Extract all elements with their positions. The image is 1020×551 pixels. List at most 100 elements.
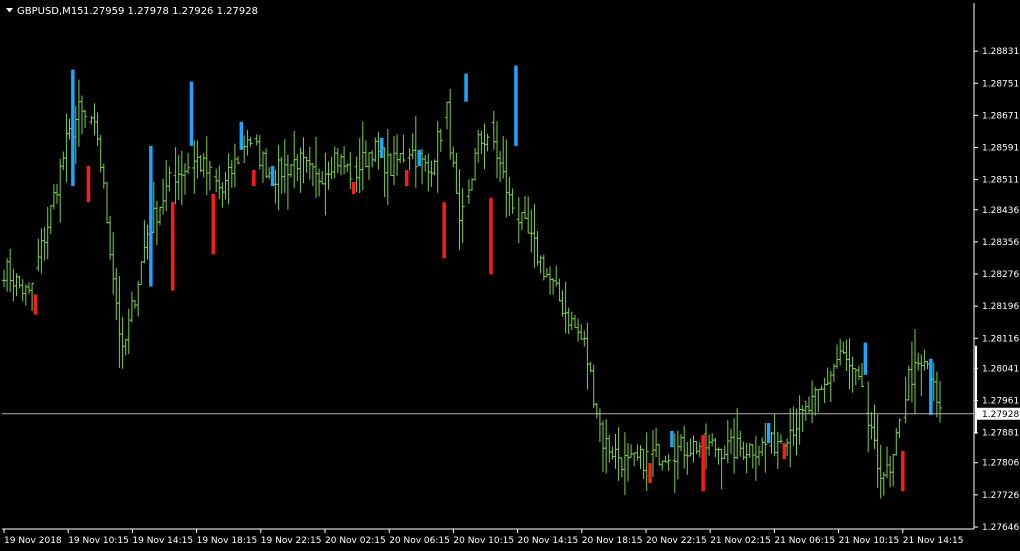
price-chart[interactable]: 1.28831 1.28751 1.28671 1.28591 1.28511 1.284… [0,0,1020,551]
current-price-label: 1.27928 [982,410,1019,420]
ohlc-bar [763,422,768,473]
ohlc-bar [601,420,605,472]
ohlc-bar [445,101,449,130]
ohlc-bar [891,454,896,487]
ohlc-bars [2,65,942,499]
ohlc-bar [17,275,22,289]
ohlc-bar [248,137,253,147]
ohlc-bar [158,206,162,226]
ohlc-bar [813,386,818,416]
ohlc-bar [866,381,871,453]
ohlc-bar [348,152,353,190]
chart-header: GBPUSD,M15 1.27959 1.27978 1.27926 1.279… [6,6,258,17]
ohlc-bar [479,131,484,154]
ohlc-bar [267,167,272,179]
ohlc-bar [470,178,474,191]
ohlc-bar [329,157,334,179]
ohlc-bar [495,121,499,179]
ohlc-bar [526,196,531,234]
ohlc-bar [744,443,749,474]
ohlc-bar [357,138,362,194]
ohlc-bar [822,377,827,404]
price-tick-label: 1.28671 [982,111,1019,121]
ohlc-bar [504,139,509,218]
ohlc-bar [198,155,203,173]
ohlc-bar [701,435,705,492]
ohlc-bar [413,116,418,188]
ohlc-bar [670,431,674,448]
ohlc-bar [523,196,527,220]
ohlc-bar [120,317,125,369]
price-tick-label: 1.28196 [982,302,1019,312]
ohlc-bar [48,205,53,234]
ohlc-bar [909,341,914,403]
ohlc-bar [604,419,609,474]
ohlc-bar [657,444,662,466]
ohlc-bar [794,408,799,455]
ohlc-bar [938,380,942,423]
ohlc-bar [489,198,493,275]
ohlc-bar [722,445,727,459]
ohlc-bar [101,163,106,189]
ohlc-bar [23,284,28,306]
ohlc-bar [211,194,215,255]
ohlc-bar [395,134,400,176]
dropdown-triangle-icon[interactable] [6,8,13,13]
ohlc-bar [869,412,874,440]
ohlc-bar [129,291,134,323]
ohlc-bar [682,426,687,469]
ohlc-bar [89,115,94,125]
ohlc-bar [654,427,659,458]
ohlc-bar [797,395,802,445]
time-tick-label: 19 Nov 10:15 [68,536,129,546]
ohlc-bar [663,455,668,463]
ohlc-bar [451,146,456,168]
ohlc-bar [133,300,137,309]
ohlc-bar [58,158,63,223]
ohlc-bar [55,183,59,204]
time-tick-label: 20 Nov 18:15 [582,536,643,546]
ohlc-bar [757,445,761,466]
ohlc-bar [254,134,259,146]
ohlc-bar [482,123,487,170]
ohlc-bar [788,408,793,468]
ohlc-bar [36,238,41,272]
ohlc-bar [95,112,100,146]
ohlc-bar [27,282,31,294]
ohlc-bar [332,146,337,179]
ohlc-bar [5,258,10,292]
ohlc-bar [8,248,13,293]
price-tick-label: 1.28116 [982,334,1019,344]
ohlc-bar [301,137,306,184]
ohlc-bar [635,444,640,461]
ohlc-bar [729,428,733,455]
ohlc-bar [136,280,141,317]
ohlc-bar [925,360,930,369]
price-tick-label: 1.27726 [982,491,1019,501]
ohlc-bar [863,342,868,375]
price-tick-label: 1.28276 [982,270,1019,280]
ohlc-bar [576,318,581,342]
ohlc-bar [810,380,815,424]
ohlc-bar [803,400,808,421]
ohlc-bar [179,150,184,206]
ohlc-bar [675,430,680,480]
ohlc-bar [560,290,565,317]
ohlc-bar [853,368,858,386]
ohlc-bar [778,434,783,444]
ohlc-bar [610,446,615,460]
ohlc-bar [295,154,300,182]
price-tick-label: 1.28831 [982,47,1019,57]
ohlc-bar [217,165,222,199]
symbol-label: GBPUSD,M15 [17,6,84,17]
ohlc-bar [594,402,599,419]
ohlc-bar [648,463,652,484]
ohlc-bar [298,147,303,193]
ohlc-bar [566,307,571,334]
ohlc-bar [142,220,147,264]
ohlc-bar [71,69,75,187]
ohlc-bar [707,434,712,456]
ohlc-bar [507,177,512,217]
ohlc-bar [367,152,371,180]
ohlc-bar [760,437,765,457]
